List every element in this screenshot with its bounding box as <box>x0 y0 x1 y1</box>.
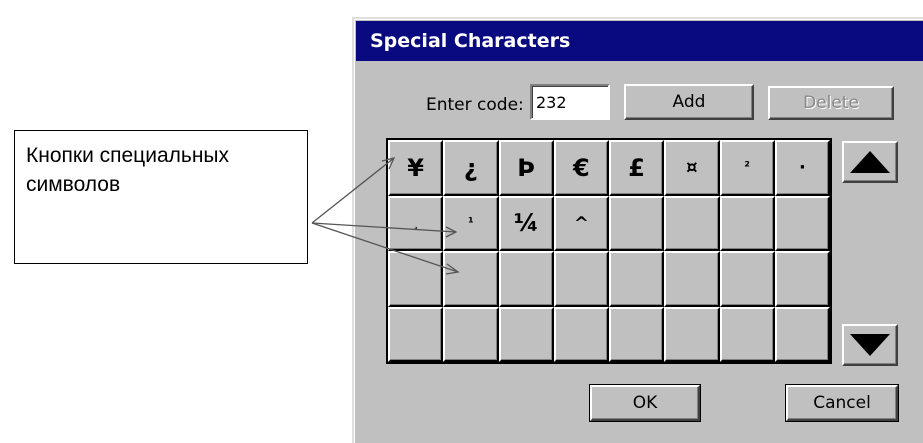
char-cell[interactable] <box>664 251 720 307</box>
triangle-up-icon <box>850 151 890 173</box>
char-cell[interactable]: ^ <box>553 195 609 251</box>
char-cell[interactable] <box>719 306 775 362</box>
char-cell[interactable]: · <box>774 140 830 196</box>
char-cell[interactable] <box>609 251 665 307</box>
char-cell[interactable]: ¿ <box>443 140 499 196</box>
char-cell[interactable] <box>719 195 775 251</box>
char-cell[interactable]: € <box>553 140 609 196</box>
char-cell[interactable] <box>664 306 720 362</box>
dialog-title: Special Characters <box>356 21 923 61</box>
callout-box: Кнопки специальных символов <box>14 130 308 264</box>
callout-line-2: символов <box>26 173 121 196</box>
char-cell[interactable] <box>774 251 830 307</box>
enter-code-label: Enter code: <box>426 95 524 115</box>
char-cell[interactable]: ¸ <box>388 195 444 251</box>
char-cell[interactable] <box>388 306 444 362</box>
char-cell[interactable]: Þ <box>498 140 554 196</box>
delete-button[interactable]: Delete <box>768 86 894 120</box>
add-button[interactable]: Add <box>624 84 754 120</box>
character-grid: ¥ ¿ Þ € £ ¤ ² · ¸ ¹ ¼ ^ <box>386 138 832 364</box>
triangle-down-icon <box>850 334 890 356</box>
callout-line-1: Кнопки специальных <box>26 144 230 167</box>
char-cell[interactable] <box>553 306 609 362</box>
char-cell[interactable] <box>553 251 609 307</box>
char-cell[interactable] <box>719 251 775 307</box>
char-cell[interactable] <box>443 251 499 307</box>
char-cell[interactable]: ¹ <box>443 195 499 251</box>
char-cell[interactable]: ² <box>719 140 775 196</box>
char-cell[interactable] <box>664 195 720 251</box>
special-characters-dialog: Special Characters Enter code: Add Delet… <box>352 17 923 443</box>
char-cell[interactable] <box>609 195 665 251</box>
char-cell[interactable]: ¥ <box>388 140 444 196</box>
scroll-down-button[interactable] <box>842 324 898 366</box>
char-cell[interactable] <box>609 306 665 362</box>
char-cell[interactable] <box>443 306 499 362</box>
char-cell[interactable]: £ <box>609 140 665 196</box>
char-cell[interactable] <box>774 195 830 251</box>
code-input[interactable] <box>530 84 610 120</box>
char-cell[interactable]: ¼ <box>498 195 554 251</box>
scroll-up-button[interactable] <box>842 141 898 183</box>
char-cell[interactable] <box>388 251 444 307</box>
char-cell[interactable] <box>774 306 830 362</box>
char-cell[interactable]: ¤ <box>664 140 720 196</box>
char-cell[interactable] <box>498 251 554 307</box>
cancel-button[interactable]: Cancel <box>785 384 899 422</box>
ok-button[interactable]: OK <box>589 384 701 422</box>
char-cell[interactable] <box>498 306 554 362</box>
